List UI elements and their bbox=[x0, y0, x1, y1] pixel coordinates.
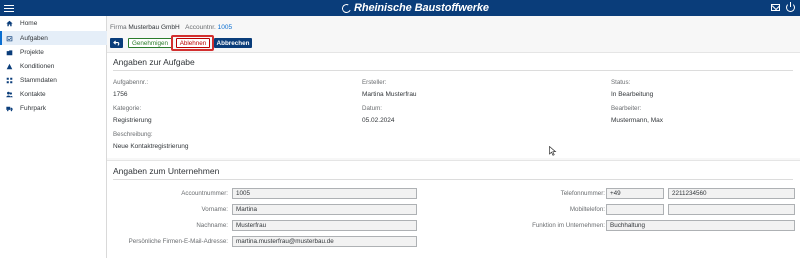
task-section-title: Angaben zur Aufgabe bbox=[113, 57, 195, 67]
section-divider bbox=[113, 70, 793, 71]
email-field[interactable]: martina.musterfrau@musterbau.de bbox=[232, 236, 417, 247]
back-button[interactable] bbox=[110, 38, 123, 48]
top-bar: Rheinische Baustoffwerke bbox=[0, 0, 800, 16]
brand-logo-icon bbox=[340, 2, 353, 14]
sidebar-item-aufgaben[interactable]: Aufgaben bbox=[0, 31, 107, 45]
sidebar-item-label: Projekte bbox=[20, 48, 44, 56]
description-label: Beschreibung: bbox=[113, 131, 153, 138]
firma-value: Musterbau GmbH bbox=[128, 24, 180, 31]
description-value: Neue Kontaktregistrierung bbox=[113, 143, 189, 150]
last-name-label: Nachname: bbox=[196, 222, 228, 229]
account-label: Accountnr. bbox=[185, 24, 216, 31]
sidebar-item-label: Kontakte bbox=[20, 90, 46, 98]
home-icon bbox=[6, 20, 13, 27]
phone-prefix-field[interactable]: +49 bbox=[606, 188, 664, 199]
assignee-value: Mustermann, Max bbox=[611, 117, 664, 124]
function-field[interactable]: Buchhaltung bbox=[606, 220, 795, 231]
power-icon[interactable] bbox=[786, 2, 795, 12]
sidebar-item-label: Fuhrpark bbox=[20, 104, 47, 112]
task-number-value: 1756 bbox=[113, 91, 128, 98]
first-name-field[interactable]: Martina bbox=[232, 204, 417, 215]
back-arrow-icon bbox=[113, 40, 120, 46]
tasks-icon bbox=[6, 35, 13, 42]
cancel-button[interactable]: Abbrechen bbox=[214, 38, 252, 48]
first-name-label: Vorname: bbox=[201, 206, 228, 213]
sidebar: Home Aufgaben Projekte Konditionen Stamm… bbox=[0, 16, 107, 258]
mobile-prefix-field[interactable] bbox=[606, 204, 664, 215]
firma-label: Firma bbox=[110, 24, 127, 31]
creator-value: Martina Musterfrau bbox=[362, 91, 417, 98]
sidebar-item-label: Stammdaten bbox=[20, 76, 57, 84]
main-content: Firma Musterbau GmbH Accountnr. 1005 Gen… bbox=[107, 16, 800, 258]
hamburger-menu-icon[interactable] bbox=[4, 3, 14, 13]
brand-logo: Rheinische Baustoffwerke bbox=[340, 2, 489, 14]
mouse-cursor-icon bbox=[549, 146, 557, 156]
sidebar-item-fuhrpark[interactable]: Fuhrpark bbox=[0, 101, 107, 115]
projects-icon bbox=[6, 49, 13, 56]
task-details-panel: Angaben zur Aufgabe Aufgabennr.: 1756 Er… bbox=[107, 52, 800, 158]
email-label: Persönliche Firmen-E-Mail-Adresse: bbox=[128, 238, 228, 245]
phone-label: Telefonnummer: bbox=[560, 190, 605, 197]
account-link[interactable]: 1005 bbox=[218, 24, 232, 31]
sidebar-item-home[interactable]: Home bbox=[0, 16, 107, 30]
creator-label: Ersteller: bbox=[362, 79, 387, 86]
approve-button[interactable]: Genehmigen bbox=[128, 38, 172, 48]
mail-icon[interactable] bbox=[771, 4, 780, 11]
function-label: Funktion im Unternehmen: bbox=[532, 222, 605, 229]
masterdata-icon bbox=[6, 77, 13, 84]
task-number-label: Aufgabennr.: bbox=[113, 79, 149, 86]
status-value: In Bearbeitung bbox=[611, 91, 654, 98]
sidebar-item-kontakte[interactable]: Kontakte bbox=[0, 87, 107, 101]
contacts-icon bbox=[6, 91, 13, 98]
reject-button[interactable]: Ablehnen bbox=[176, 38, 210, 48]
company-section-title: Angaben zum Unternehmen bbox=[113, 166, 220, 176]
section-divider bbox=[113, 179, 793, 180]
date-value: 05.02.2024 bbox=[362, 117, 395, 124]
sidebar-item-label: Home bbox=[20, 19, 38, 27]
brand-name: Rheinische Baustoffwerke bbox=[354, 2, 489, 14]
status-label: Status: bbox=[611, 79, 631, 86]
sidebar-item-konditionen[interactable]: Konditionen bbox=[0, 59, 107, 73]
category-label: Kategorie: bbox=[113, 105, 142, 112]
category-value: Registrierung bbox=[113, 117, 152, 124]
sidebar-item-label: Konditionen bbox=[20, 62, 55, 70]
breadcrumb: Firma Musterbau GmbH Accountnr. 1005 bbox=[110, 24, 232, 31]
last-name-field[interactable]: Musterfrau bbox=[232, 220, 417, 231]
mobile-label: Mobiltelefon: bbox=[569, 206, 605, 213]
conditions-icon bbox=[6, 63, 13, 70]
account-number-label: Accountnummer: bbox=[181, 190, 228, 197]
sidebar-item-stammdaten[interactable]: Stammdaten bbox=[0, 73, 107, 87]
sidebar-item-label: Aufgaben bbox=[20, 34, 48, 42]
mobile-number-field[interactable] bbox=[668, 204, 795, 215]
sidebar-item-projekte[interactable]: Projekte bbox=[0, 45, 107, 59]
company-details-panel: Angaben zum Unternehmen Accountnummer: 1… bbox=[107, 160, 800, 258]
account-number-field[interactable]: 1005 bbox=[232, 188, 417, 199]
truck-icon bbox=[6, 105, 13, 112]
date-label: Datum: bbox=[362, 105, 382, 112]
assignee-label: Bearbeiter: bbox=[611, 105, 642, 112]
phone-number-field[interactable]: 2211234560 bbox=[668, 188, 795, 199]
